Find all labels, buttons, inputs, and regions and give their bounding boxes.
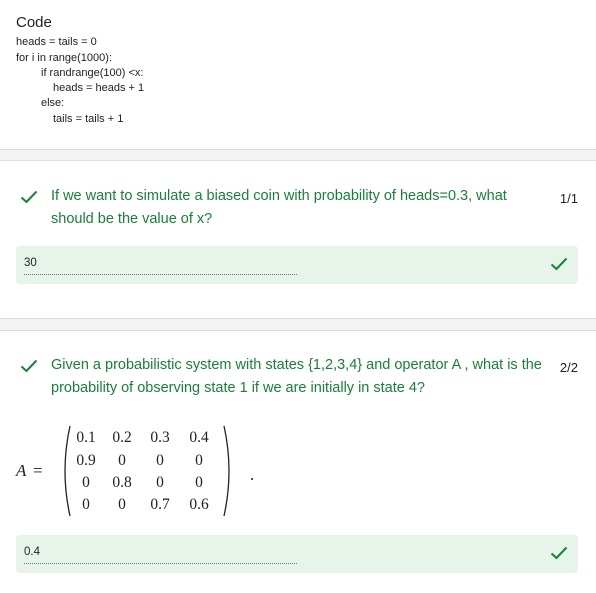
question-score: 1/1 <box>559 191 578 206</box>
matrix-cell: 0.3 <box>150 429 170 446</box>
code-title: Code <box>16 14 52 31</box>
correct-check-icon <box>550 546 568 560</box>
answer-underline <box>24 563 297 564</box>
question-text: Given a probabilistic system with states… <box>51 357 542 396</box>
answer-field[interactable]: 0.4 <box>16 535 578 573</box>
matrix-cell: 0.2 <box>112 429 132 446</box>
matrix-equals: = <box>33 461 43 480</box>
matrix-cell: 0.6 <box>189 496 209 513</box>
matrix-cell: 0 <box>118 496 126 513</box>
question-text: If we want to simulate a biased coin wit… <box>51 188 507 227</box>
matrix-cell: 0.9 <box>76 452 96 469</box>
answer-value: 30 <box>24 257 37 269</box>
matrix-cell: 0 <box>82 474 90 491</box>
matrix-image: A = 0.1 0.2 0.3 0.4 0.9 0 0 0 0 0.8 0 0 … <box>16 425 254 517</box>
matrix-cell: 0 <box>156 452 164 469</box>
answer-field[interactable]: 30 <box>16 246 578 284</box>
matrix-cell: 0 <box>195 452 203 469</box>
matrix-cell: 0.7 <box>150 496 170 513</box>
code-line: heads = heads + 1 <box>53 82 145 94</box>
matrix-cell: 0 <box>118 452 126 469</box>
matrix-label: A <box>16 461 27 480</box>
code-line: for i in range(1000): <box>16 52 112 64</box>
question-score: 2/2 <box>559 360 578 375</box>
matrix-cell: 0.1 <box>76 429 96 446</box>
correct-check-icon <box>20 359 38 373</box>
code-line: if randrange(100) <x: <box>41 67 144 79</box>
answer-underline <box>24 274 297 275</box>
code-line: heads = tails = 0 <box>16 36 97 48</box>
answer-value: 0.4 <box>24 546 40 558</box>
matrix-period: . <box>250 465 255 484</box>
card-separator <box>0 149 596 161</box>
matrix-cell: 0.4 <box>189 429 209 446</box>
matrix-cell: 0 <box>156 474 164 491</box>
code-line: tails = tails + 1 <box>53 113 124 125</box>
card-separator <box>0 318 596 331</box>
matrix-cell: 0 <box>195 474 203 491</box>
code-line: else: <box>41 97 65 109</box>
correct-check-icon <box>550 257 568 271</box>
matrix-cell: 0.8 <box>112 474 132 491</box>
matrix-cell: 0 <box>82 496 90 513</box>
code-card: Code heads = tails = 0 for i in range(10… <box>0 0 596 150</box>
right-paren-icon <box>223 425 230 517</box>
correct-check-icon <box>20 190 38 204</box>
